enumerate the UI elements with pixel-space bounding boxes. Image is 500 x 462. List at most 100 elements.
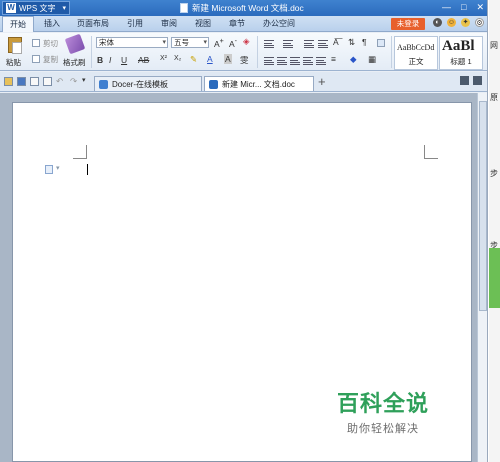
text-direction-icon[interactable]: A͞ (333, 37, 339, 47)
paragraph-layout-icon[interactable] (45, 165, 53, 174)
superscript-icon[interactable]: X² (160, 55, 167, 62)
style-heading-1[interactable]: AaBl 标题 1 (439, 36, 483, 70)
vertical-scrollbar[interactable] (477, 93, 487, 462)
window-controls: — □ ✕ (442, 2, 484, 13)
tab-page-layout[interactable]: 页面布局 (77, 18, 109, 29)
page-corner-mark (73, 145, 87, 159)
copy-button[interactable]: 复制 (43, 54, 58, 65)
increase-indent-icon[interactable] (318, 40, 328, 48)
document-title: 新建 Microsoft Word 文档.doc (180, 2, 304, 14)
redo-icon[interactable]: ↷ (70, 76, 77, 87)
paste-icon[interactable] (8, 37, 22, 54)
distribute-icon[interactable] (316, 57, 326, 65)
paragraph-layout-dropdown-icon[interactable]: ▾ (56, 164, 60, 172)
char-shading-icon[interactable]: A (224, 54, 232, 64)
tab-list-icon[interactable] (460, 76, 469, 85)
decrease-indent-icon[interactable] (304, 40, 314, 48)
edge-text: 网 (490, 41, 498, 50)
line-spacing-icon[interactable]: ≡ (331, 54, 336, 64)
new-tab-button[interactable]: + (318, 74, 326, 89)
subscript-icon[interactable]: X₂ (174, 55, 181, 62)
tab-review[interactable]: 审阅 (161, 18, 177, 29)
tab-view[interactable]: 视图 (195, 18, 211, 29)
tab-insert[interactable]: 插入 (44, 18, 60, 29)
align-right-icon[interactable] (290, 57, 300, 65)
bulb-icon[interactable]: ✦ (461, 18, 470, 27)
save-icon[interactable] (17, 77, 26, 86)
print-icon[interactable] (30, 77, 39, 86)
bullet-list-icon[interactable] (264, 40, 274, 48)
style-normal-label: 正文 (408, 57, 424, 66)
settings-icon[interactable]: ⚙ (475, 18, 484, 27)
print-preview-icon[interactable] (43, 77, 52, 86)
highlight-icon[interactable]: ✎ (190, 54, 197, 65)
tab-docer-label: Docer-在线模板 (112, 79, 169, 89)
bold-button[interactable]: B (97, 55, 103, 65)
underline-button[interactable]: U (121, 55, 127, 65)
sort-icon[interactable]: ⇅ (348, 37, 355, 48)
shrink-font-icon[interactable]: A- (229, 37, 237, 49)
page-corner-mark (424, 145, 438, 159)
skin-icon[interactable]: ◐ (433, 18, 442, 27)
copy-icon (32, 55, 40, 63)
ribbon: 粘贴 剪切 复制 格式刷 宋体 五号 A+ A- ◈ B I U AB X² X… (0, 33, 487, 71)
app-name: WPS 文字 (19, 3, 56, 13)
grow-font-icon[interactable]: A+ (214, 37, 224, 49)
feedback-icon[interactable]: ☺ (447, 18, 456, 27)
shading-icon[interactable]: ◆ (350, 54, 357, 65)
style-heading-1-sample: AaBl (442, 38, 475, 54)
tab-close-all-icon[interactable] (473, 76, 482, 85)
phonetic-icon[interactable]: 雯 (240, 54, 249, 66)
open-folder-icon[interactable] (4, 77, 13, 86)
tab-current-document[interactable]: 新建 Micr... 文档.doc (204, 76, 314, 91)
undo-icon[interactable]: ↶ (56, 76, 63, 87)
format-painter-button[interactable]: 格式刷 (63, 57, 86, 68)
scissors-icon (32, 39, 40, 47)
font-name-select[interactable]: 宋体 (96, 37, 168, 48)
chevron-down-icon: ▾ (62, 5, 66, 12)
tab-docer-templates[interactable]: Docer-在线模板 (94, 76, 202, 91)
tab-current-document-label: 新建 Micr... 文档.doc (222, 79, 295, 89)
document-title-text: 新建 Microsoft Word 文档.doc (192, 3, 304, 13)
tab-office-space[interactable]: 办公空间 (263, 18, 295, 29)
quick-access-dropdown-icon[interactable]: ▾ (82, 76, 86, 84)
tab-references[interactable]: 引用 (127, 18, 143, 29)
menu-bar: 开始 插入 页面布局 引用 审阅 视图 章节 办公空间 未登录 ◐ ☺ ✦ ⚙ … (0, 16, 487, 32)
text-cursor (87, 164, 88, 175)
paste-button[interactable]: 粘贴 (6, 57, 21, 68)
format-painter-icon[interactable] (64, 33, 86, 55)
watermark-title: 百科全说 (337, 391, 430, 416)
maximize-button[interactable]: □ (461, 2, 466, 13)
docer-icon (99, 79, 108, 89)
font-color-icon[interactable]: A (207, 54, 213, 64)
tab-sections[interactable]: 章节 (229, 18, 245, 29)
watermark: 百科全说 助你轻松解决 (337, 386, 429, 436)
cut-button[interactable]: 剪切 (43, 38, 58, 49)
font-size-select[interactable]: 五号 (171, 37, 209, 48)
minimize-button[interactable]: — (442, 2, 451, 13)
tab-home[interactable]: 开始 (2, 16, 34, 32)
scrollbar-thumb[interactable] (479, 101, 487, 311)
menu-icons: ◐ ☺ ✦ ⚙ ? (433, 18, 487, 27)
ribbon-separator (91, 36, 92, 68)
ribbon-separator (391, 36, 392, 68)
login-button[interactable]: 未登录 (391, 18, 425, 30)
border-dropdown-icon[interactable]: ▦ (368, 54, 376, 65)
app-menu-button[interactable]: W WPS 文字 ▾ (2, 1, 70, 15)
strikethrough-button[interactable]: AB (138, 55, 149, 65)
clear-format-icon[interactable]: ◈ (243, 36, 250, 47)
watermark-subtitle: 助你轻松解决 (347, 423, 419, 435)
tab-bar-controls (460, 76, 482, 85)
align-center-icon[interactable] (277, 57, 287, 65)
italic-button[interactable]: I (109, 55, 111, 65)
borders-icon[interactable] (377, 39, 385, 47)
edge-green-bar (489, 248, 500, 308)
ribbon-separator (257, 36, 258, 68)
align-left-icon[interactable] (264, 57, 274, 65)
numbered-list-icon[interactable] (283, 40, 293, 48)
show-marks-icon[interactable]: ¶ (362, 37, 367, 47)
justify-icon[interactable] (303, 57, 313, 65)
close-button[interactable]: ✕ (476, 2, 484, 13)
style-normal[interactable]: AaBbCcDd 正文 (394, 36, 438, 70)
edge-text: 原 (490, 93, 498, 102)
